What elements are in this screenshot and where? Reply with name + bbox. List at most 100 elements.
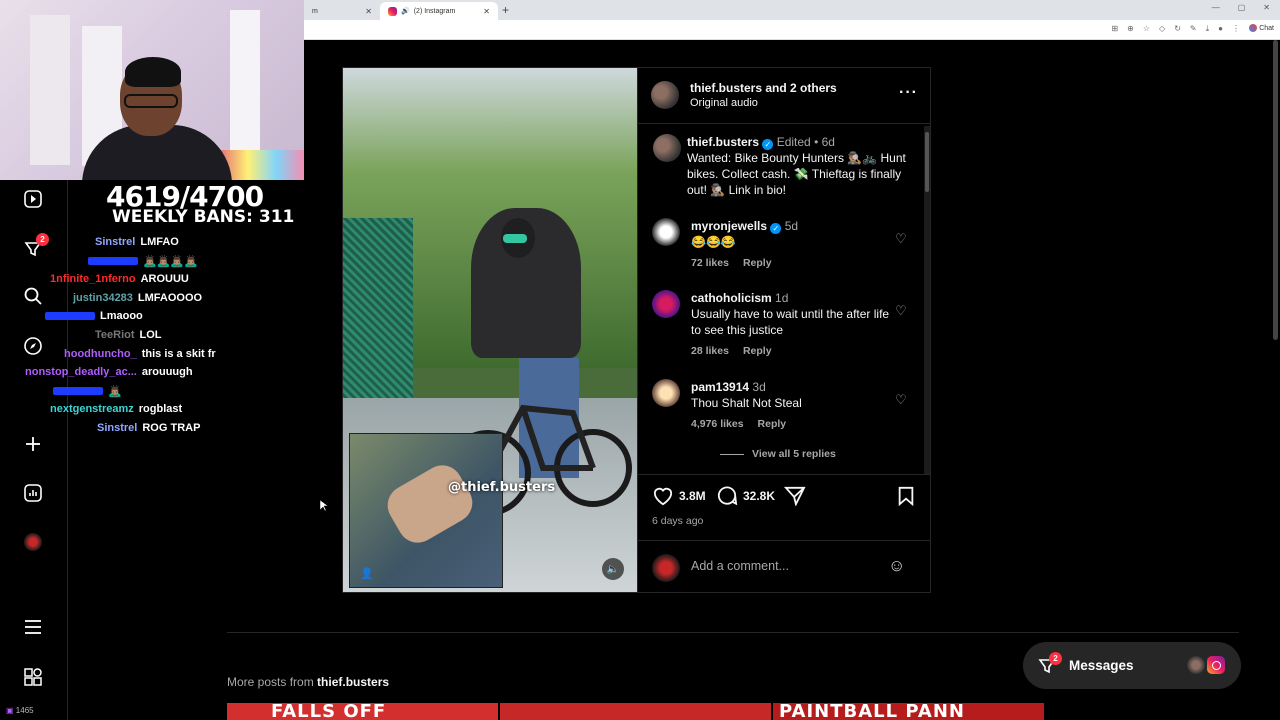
comment-author[interactable]: pam13914	[691, 380, 749, 394]
account-icon[interactable]: ●	[1218, 24, 1223, 34]
caption-time: 6d	[821, 135, 835, 149]
browser-tab-instagram[interactable]: 🔊 (2) Instagram ✕	[380, 2, 498, 20]
apps-icon[interactable]: ⊞	[1111, 24, 1118, 34]
comment-text: Thou Shalt Not Steal	[691, 396, 802, 410]
chat-username[interactable]: Sinstrel	[95, 236, 135, 248]
divider	[638, 474, 931, 475]
thumbnail-text: PAINTBALL PANN	[779, 703, 965, 720]
add-comment-input[interactable]: Add a comment...	[691, 559, 789, 573]
heart-icon	[653, 487, 673, 506]
chat-username[interactable]: justin34283	[73, 292, 133, 304]
bookmark-icon	[898, 486, 914, 507]
menu-dots-icon[interactable]: ⋮	[1232, 24, 1240, 34]
view-replies-button[interactable]: View all 5 replies	[720, 448, 836, 460]
search-icon[interactable]	[22, 285, 44, 307]
reply-button[interactable]: Reply	[758, 418, 787, 430]
chat-username[interactable]: TeeRiot	[95, 329, 135, 341]
more-options-icon[interactable]: ···	[899, 84, 918, 102]
chat-text: Lmaooo	[100, 310, 143, 323]
close-tab-icon[interactable]: ✕	[365, 7, 372, 16]
toys	[220, 150, 304, 180]
comment-button[interactable]: 32.8K	[716, 486, 775, 506]
chat-button[interactable]: Chat	[1249, 24, 1274, 32]
caption-author[interactable]: thief.busters	[687, 135, 759, 149]
more-posts-user[interactable]: thief.busters	[317, 675, 389, 689]
avatar	[1187, 656, 1205, 674]
browser-tab[interactable]: m ✕	[304, 2, 380, 20]
pin-icon[interactable]: ✎	[1190, 24, 1197, 34]
author-avatar[interactable]	[653, 134, 681, 162]
chat-text: 🙇🏽‍♂️🙇🏽‍♂️🙇🏽‍♂️🙇🏽‍♂️	[143, 255, 198, 268]
comment-likes[interactable]: 72 likes	[691, 257, 729, 269]
comment-like-icon[interactable]: ♡	[895, 392, 907, 408]
comments-scrollbar[interactable]	[924, 126, 930, 474]
post-thumbnail[interactable]	[500, 703, 771, 720]
chat-username[interactable]: nextgenstreamz	[50, 403, 134, 415]
author-avatar[interactable]	[651, 81, 679, 109]
plus-icon[interactable]	[22, 433, 44, 455]
chat-message: Sinstrel LMFAO	[95, 236, 179, 248]
minimize-icon[interactable]: —	[1212, 3, 1220, 12]
profile-icon[interactable]	[22, 531, 44, 553]
star-icon[interactable]: ☆	[1143, 24, 1150, 34]
post-video[interactable]: 👤 @thief.busters 🔈	[343, 68, 637, 592]
comment-likes[interactable]: 4,976 likes	[691, 418, 744, 430]
apps-icon[interactable]	[22, 666, 44, 688]
chat-username[interactable]: Sinstrel	[97, 422, 137, 434]
reply-button[interactable]: Reply	[743, 345, 772, 357]
notification-badge: 2	[36, 233, 49, 246]
comment-like-icon[interactable]: ♡	[895, 303, 907, 319]
comment-author[interactable]: cathoholicism	[691, 291, 772, 305]
chat-username[interactable]: hoodhuncho_	[64, 348, 137, 360]
author-name[interactable]: thief.busters	[690, 81, 762, 95]
post-thumbnail[interactable]: PAINTBALL PANN	[773, 703, 1044, 720]
zoom-icon[interactable]: ⊕	[1127, 24, 1134, 34]
post-header-authors[interactable]: thief.busters and 2 others	[690, 81, 837, 95]
close-window-icon[interactable]: ✕	[1263, 3, 1270, 12]
fence	[343, 218, 413, 418]
video-watermark: @thief.busters	[448, 480, 556, 495]
comment-time: 3d	[752, 380, 766, 394]
commenter-avatar[interactable]	[652, 218, 680, 246]
maximize-icon[interactable]: ▢	[1238, 3, 1246, 12]
chat-text: LMFAO	[140, 236, 179, 248]
page-scrollbar-thumb[interactable]	[1273, 40, 1278, 340]
filter-icon[interactable]: 2	[22, 233, 49, 260]
chat-username[interactable]: 1nfinite_1nferno	[50, 273, 136, 285]
commenter-avatar[interactable]	[652, 290, 680, 318]
share-icon	[783, 486, 806, 507]
like-count: 3.8M	[679, 489, 706, 503]
messages-button[interactable]: 2 Messages	[1023, 642, 1241, 689]
scrollbar-thumb[interactable]	[925, 132, 929, 192]
close-tab-icon[interactable]: ✕	[483, 7, 490, 16]
insights-icon[interactable]	[22, 482, 44, 504]
reply-button[interactable]: Reply	[743, 257, 772, 269]
download-icon[interactable]: ⤓	[1206, 24, 1210, 34]
commenter-avatar[interactable]	[652, 379, 680, 407]
mute-icon[interactable]: 🔈	[602, 558, 624, 580]
chat-username[interactable]: nonstop_deadly_ac...	[25, 366, 137, 378]
edited-label: Edited	[776, 135, 811, 149]
comment-like-icon[interactable]: ♡	[895, 231, 907, 247]
new-tab-icon[interactable]: +	[502, 3, 509, 17]
like-button[interactable]: 3.8M	[652, 486, 706, 506]
menu-icon[interactable]	[22, 616, 44, 638]
emoji-icon[interactable]: ☺	[888, 556, 905, 576]
comment-text: 😂😂😂	[691, 235, 736, 249]
section-divider	[227, 632, 1239, 633]
chat-message: nonstop_deadly_ac... arouuugh	[25, 366, 193, 378]
refresh-icon[interactable]: ↻	[1174, 24, 1181, 34]
page-scrollbar[interactable]	[1272, 40, 1280, 720]
share-button[interactable]	[783, 486, 806, 511]
reels-icon[interactable]	[22, 188, 44, 210]
extension-icon[interactable]: ◇	[1159, 24, 1165, 34]
comment-likes[interactable]: 28 likes	[691, 345, 729, 357]
audio-label[interactable]: Original audio	[690, 97, 758, 109]
compass-icon[interactable]	[22, 335, 44, 357]
comment-author[interactable]: myronjewells	[691, 219, 767, 233]
save-button[interactable]	[897, 486, 915, 511]
co-authors[interactable]: and 2 others	[765, 81, 836, 95]
redacted-username	[88, 257, 138, 266]
post-thumbnail[interactable]: FALLS OFF	[227, 703, 498, 720]
tab-label: m	[312, 7, 318, 15]
